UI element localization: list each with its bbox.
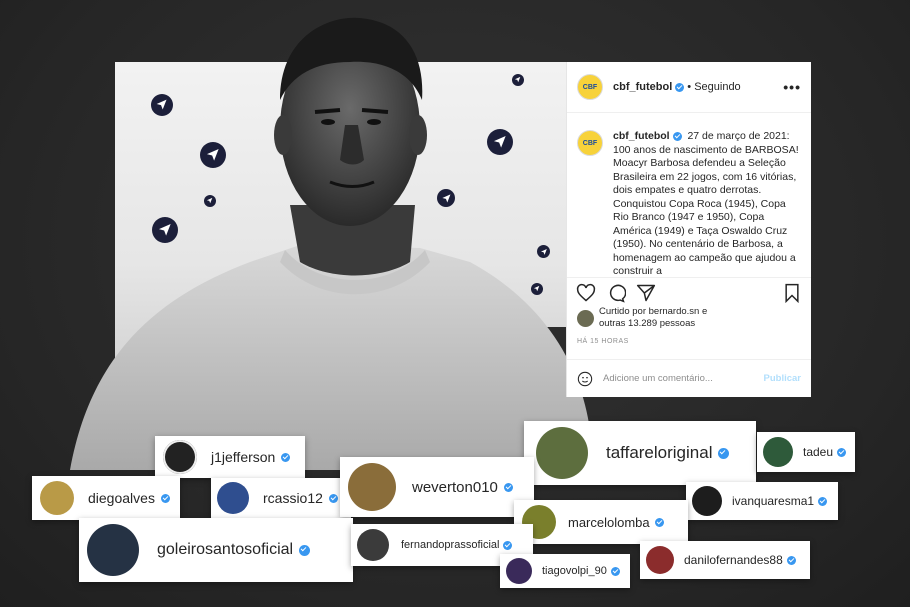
paper-plane-icon xyxy=(531,283,543,295)
likes-line-1: Curtido por bernardo.sn e xyxy=(599,306,708,317)
user-tag[interactable]: j1jefferson xyxy=(155,436,305,478)
share-icon[interactable] xyxy=(635,282,657,304)
heart-icon[interactable] xyxy=(575,282,597,304)
user-tag[interactable]: tiagovolpi_90 xyxy=(500,554,630,588)
verified-icon xyxy=(610,566,620,576)
user-tag[interactable]: weverton010 xyxy=(340,457,534,517)
paper-plane-icon xyxy=(487,129,513,155)
post-header: CBF cbf_futebol • Seguindo ••• xyxy=(567,62,811,113)
verified-icon xyxy=(672,131,682,141)
user-tag-name: ivanquaresma1 xyxy=(732,494,815,508)
bookmark-icon[interactable] xyxy=(781,282,803,304)
verified-icon xyxy=(718,447,730,459)
verified-icon xyxy=(503,482,513,492)
verified-icon xyxy=(837,447,847,457)
caption-username[interactable]: cbf_futebol xyxy=(613,130,670,142)
user-avatar xyxy=(506,558,532,584)
user-tag[interactable]: ivanquaresma1 xyxy=(686,482,838,520)
paper-plane-icon xyxy=(151,94,173,116)
user-tag-name: rcassio12 xyxy=(263,490,323,506)
verified-icon xyxy=(818,496,828,506)
likes-summary: Curtido por bernardo.sn e outras 13.289 … xyxy=(577,306,707,330)
post-username[interactable]: cbf_futebol xyxy=(613,81,672,93)
user-avatar xyxy=(763,437,793,467)
caption-body: 27 de março de 2021: 100 anos de nascime… xyxy=(613,130,799,277)
user-avatar xyxy=(163,440,197,474)
user-avatar xyxy=(348,463,396,511)
user-tag[interactable]: danilofernandes88 xyxy=(640,541,810,579)
user-avatar xyxy=(217,482,249,514)
caption-avatar[interactable]: CBF xyxy=(577,130,603,156)
user-tag-name: tiagovolpi_90 xyxy=(542,565,607,577)
following-label[interactable]: • Seguindo xyxy=(687,81,740,93)
user-tag-name: fernandoprassoficial xyxy=(401,539,500,551)
paper-plane-icon xyxy=(152,217,178,243)
user-tag-name: marcelolomba xyxy=(568,514,650,530)
verified-icon xyxy=(160,493,170,503)
verified-icon xyxy=(299,544,311,556)
publish-button[interactable]: Publicar xyxy=(764,373,802,384)
paper-plane-icon xyxy=(537,245,550,258)
avatar-text: CBF xyxy=(582,83,598,91)
comment-bar: Adicione um comentário... Publicar xyxy=(567,359,811,397)
user-avatar xyxy=(536,427,588,479)
emoji-icon[interactable] xyxy=(577,371,593,387)
verified-icon xyxy=(675,82,685,92)
more-options-icon[interactable]: ••• xyxy=(783,79,801,95)
comment-icon[interactable] xyxy=(605,282,627,304)
caption: cbf_futebol 27 de março de 2021: 100 ano… xyxy=(613,130,801,279)
verified-icon xyxy=(281,452,291,462)
user-avatar xyxy=(40,481,74,515)
liker-avatar[interactable] xyxy=(577,309,594,327)
verified-icon xyxy=(654,517,664,527)
comment-input[interactable]: Adicione um comentário... xyxy=(603,373,713,384)
user-tag[interactable]: taffareloriginal xyxy=(524,421,756,485)
user-avatar xyxy=(357,529,389,561)
user-avatar xyxy=(692,486,722,516)
user-tag-name: tadeu xyxy=(803,445,834,459)
paper-plane-icon xyxy=(200,142,226,168)
verified-icon xyxy=(328,493,338,503)
user-tag-name: j1jefferson xyxy=(211,449,276,465)
verified-icon xyxy=(786,555,796,565)
user-tag-name: taffareloriginal xyxy=(606,443,713,462)
user-tag-name: danilofernandes88 xyxy=(684,553,783,567)
user-tag[interactable]: marcelolomba xyxy=(514,500,688,544)
user-tag-name: diegoalves xyxy=(88,490,155,506)
user-tag[interactable]: rcassio12 xyxy=(211,478,351,518)
user-tag[interactable]: tadeu xyxy=(757,432,855,472)
post-actions xyxy=(567,277,811,307)
verified-icon xyxy=(503,540,513,550)
avatar-text: CBF xyxy=(582,139,598,147)
paper-plane-icon xyxy=(512,74,524,86)
user-tag[interactable]: goleirosantosoficial xyxy=(79,518,353,582)
user-tag-name: goleirosantosoficial xyxy=(157,541,294,558)
cbf-avatar[interactable]: CBF xyxy=(577,74,603,100)
paper-plane-icon xyxy=(204,195,216,207)
likes-text[interactable]: Curtido por bernardo.sn e outras 13.289 … xyxy=(599,306,707,330)
instagram-post-panel: CBF cbf_futebol • Seguindo ••• CBF cbf_f… xyxy=(566,62,811,397)
user-tag[interactable]: diegoalves xyxy=(32,476,180,520)
user-tag-name: weverton010 xyxy=(412,478,498,496)
paper-plane-icon xyxy=(437,189,455,207)
user-avatar xyxy=(87,524,139,576)
likes-line-2: outras 13.289 pessoas xyxy=(599,318,696,329)
post-timestamp: HÁ 15 HORAS xyxy=(577,338,629,345)
portrait-photo xyxy=(115,62,585,397)
user-avatar xyxy=(646,546,674,574)
